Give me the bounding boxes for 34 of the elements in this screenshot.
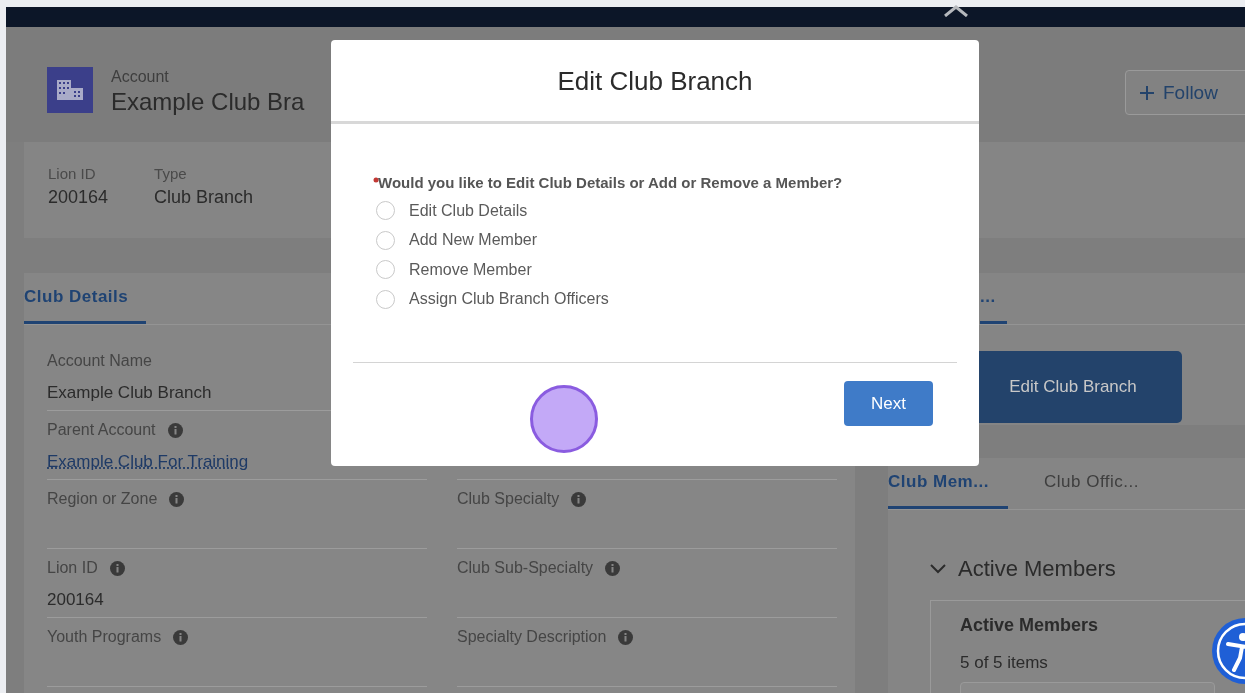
plus-icon xyxy=(1140,85,1154,100)
question-text: Would you like to Edit Club Details or Add or Remove a Member? xyxy=(378,174,843,191)
field-label: Parent Account xyxy=(47,421,156,439)
building-icon xyxy=(47,67,93,113)
section-title[interactable]: Active Members xyxy=(958,556,1116,582)
field-value: 200164 xyxy=(47,589,104,611)
field-label: Account Name xyxy=(47,352,152,370)
field-value: 200164 xyxy=(48,186,109,209)
item-count: 5 of 5 items xyxy=(960,653,1049,673)
field-label: Region or Zone xyxy=(47,490,158,508)
field-label: Lion ID xyxy=(47,559,98,577)
field-label: Club Specialty xyxy=(457,490,560,508)
field-value: Club Branch xyxy=(154,186,254,209)
field-label: Type xyxy=(154,164,188,184)
dialog-title: Edit Club Branch xyxy=(331,40,979,124)
tab[interactable]: Club Details xyxy=(24,273,146,324)
accessibility-icon[interactable] xyxy=(1212,618,1245,684)
radio-option[interactable]: Assign Club Branch Officers xyxy=(372,284,939,314)
tab[interactable]: Club Offic... xyxy=(1044,458,1139,509)
next-button[interactable]: Next xyxy=(844,381,933,426)
list-title: Active Members xyxy=(960,615,1100,636)
record-title: Example Club Bra xyxy=(111,87,305,117)
object-type: Account xyxy=(111,67,169,87)
follow-button[interactable]: Follow xyxy=(1125,70,1245,115)
radio-option[interactable]: Add New Member xyxy=(372,225,939,255)
field-label: Youth Programs xyxy=(47,628,162,646)
chevron-up-icon xyxy=(943,5,969,17)
field-label: Specialty Description xyxy=(457,628,607,646)
field-label: Lion ID xyxy=(48,164,97,184)
field-value: Example Club Branch xyxy=(47,382,212,404)
parent-account-link[interactable]: Example Club For Training xyxy=(47,450,249,474)
radio-option[interactable]: Remove Member xyxy=(372,255,939,285)
field-label: Club Sub-Specialty xyxy=(457,559,594,577)
radio-option[interactable]: Edit Club Details xyxy=(372,196,939,226)
